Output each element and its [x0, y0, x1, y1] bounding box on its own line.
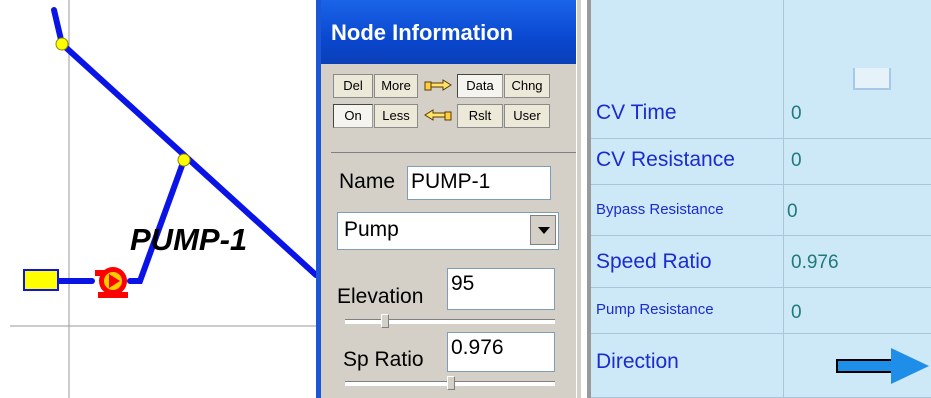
junction-node	[55, 37, 69, 51]
pump-label: PUMP-1	[130, 222, 248, 257]
grid-row-value[interactable]: 0	[787, 201, 798, 223]
grid-row-label: Speed Ratio	[596, 250, 712, 273]
sp-ratio-slider-thumb[interactable]	[447, 376, 455, 390]
more-button[interactable]: More	[374, 74, 418, 98]
grid-row-pump-resistance[interactable]: Pump Resistance 0	[591, 288, 931, 334]
grid-row-bypass-resistance[interactable]: Bypass Resistance 0	[591, 185, 931, 236]
junction-node	[177, 153, 191, 167]
chng-button[interactable]: Chng	[504, 74, 550, 98]
property-grid: CV Time 0 CV Resistance 0 Bypass Resista…	[587, 0, 931, 398]
panel-title: Node Information	[331, 20, 514, 45]
grid-row-value[interactable]: 0	[791, 302, 802, 324]
data-button[interactable]: Data	[457, 74, 503, 98]
grid-row-label: Direction	[596, 350, 679, 373]
sp-ratio-slider[interactable]	[345, 376, 555, 390]
panel-toolbar: Del More Data Chng On Less Rslt User	[331, 70, 581, 153]
grid-row-speed-ratio[interactable]: Speed Ratio 0.976	[591, 236, 931, 288]
reservoir-icon	[23, 269, 59, 291]
arrow-right-icon[interactable]	[835, 346, 931, 386]
on-button[interactable]: On	[333, 104, 373, 128]
name-label: Name	[339, 170, 396, 193]
grid-row-label: CV Time	[596, 101, 677, 124]
pipe-pump-discharge	[127, 157, 187, 284]
elevation-slider-thumb[interactable]	[381, 314, 389, 328]
grid-row-label: Pump Resistance	[596, 301, 714, 318]
network-canvas[interactable]: PUMP-1	[0, 0, 316, 398]
sp-ratio-field[interactable]: 0.976	[447, 332, 555, 372]
grid-row-value[interactable]: 0	[791, 150, 802, 172]
grid-row-value[interactable]: 0	[791, 103, 802, 125]
grid-row-value[interactable]: 0.976	[791, 252, 839, 274]
grid-row-cv-time[interactable]: CV Time 0	[591, 89, 931, 139]
grid-row-direction[interactable]: Direction	[591, 334, 931, 398]
pointing-hand-left-icon[interactable]	[421, 104, 455, 128]
node-information-panel: Node Information Del More Data Chng On L…	[316, 0, 581, 398]
grid-row-cv-resistance[interactable]: CV Resistance 0	[591, 139, 931, 185]
elevation-slider[interactable]	[345, 314, 555, 328]
sp-ratio-label: Sp Ratio	[343, 348, 424, 371]
name-field[interactable]: PUMP-1	[407, 166, 551, 200]
pump-icon	[95, 267, 128, 298]
rslt-button[interactable]: Rslt	[457, 104, 503, 128]
node-type-select[interactable]: Pump	[337, 212, 559, 250]
elevation-label: Elevation	[337, 285, 424, 308]
user-button[interactable]: User	[504, 104, 550, 128]
chevron-down-icon[interactable]	[530, 215, 556, 245]
grid-top-cell	[853, 68, 891, 90]
del-button[interactable]: Del	[333, 74, 373, 98]
grid-row-label: Bypass Resistance	[596, 201, 724, 218]
panel-scrollbar[interactable]	[576, 0, 581, 398]
node-type-value: Pump	[344, 218, 399, 241]
pointing-hand-right-icon[interactable]	[421, 74, 455, 98]
elevation-field[interactable]: 95	[447, 268, 555, 310]
panel-title-bar[interactable]: Node Information	[321, 0, 581, 64]
less-button[interactable]: Less	[374, 104, 418, 128]
grid-row-label: CV Resistance	[596, 148, 735, 171]
